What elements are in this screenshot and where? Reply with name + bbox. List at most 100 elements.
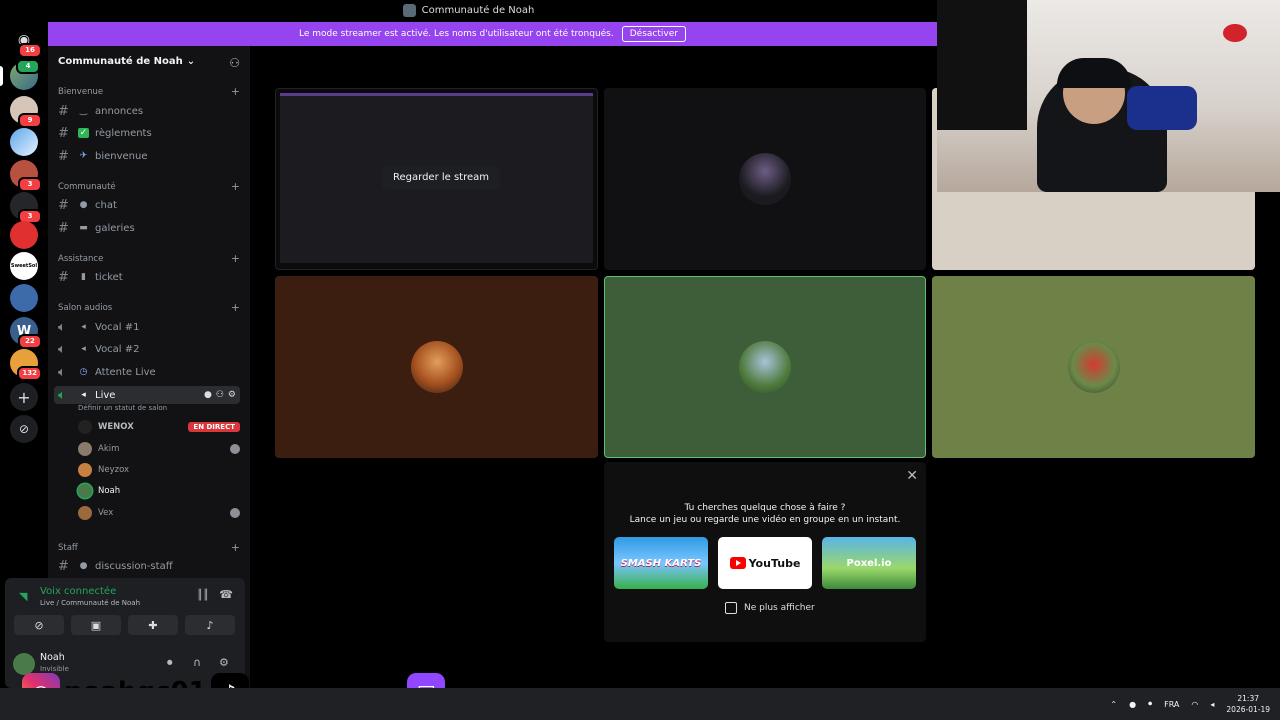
channel-status-hint[interactable]: Définir un statut de salon — [78, 404, 167, 412]
invite-icon[interactable]: ⚇ — [216, 390, 224, 400]
active-server-pill — [0, 66, 3, 86]
voice-member[interactable]: Vex — [78, 504, 240, 522]
server-icon[interactable] — [10, 284, 38, 312]
add-channel-icon[interactable]: + — [231, 542, 240, 553]
speaker-icon: 🔈︎ — [58, 319, 66, 335]
channel-ticket[interactable]: # ▮ ticket — [58, 267, 240, 287]
dont-show-again-checkbox[interactable] — [725, 602, 737, 614]
chat-icon[interactable]: ● — [204, 390, 212, 400]
add-channel-icon[interactable]: + — [231, 86, 240, 97]
voice-member[interactable]: Akim — [78, 440, 240, 458]
activity-card-poxel[interactable]: Poxel.io — [822, 537, 916, 589]
server-icon[interactable]: W 22 — [10, 317, 42, 349]
share-screen-button[interactable]: ▣ — [71, 615, 121, 635]
add-server-icon[interactable]: + — [10, 383, 38, 411]
checkbox-label[interactable]: Ne plus afficher — [744, 603, 815, 613]
volume-icon[interactable]: ◂ — [1210, 700, 1214, 709]
chevron-up-icon[interactable]: ⌃ — [1110, 700, 1117, 709]
channel-label: chat — [95, 199, 117, 211]
activities-button[interactable]: ✚ — [128, 615, 178, 635]
server-icon[interactable] — [10, 221, 38, 249]
add-channel-icon[interactable]: + — [231, 302, 240, 313]
server-icon-sweetsol[interactable]: SweetSol — [10, 252, 38, 280]
gear-icon[interactable]: ⚙ — [219, 656, 229, 669]
channel-vocal-2[interactable]: 🔈︎ ◂ Vocal #2 — [58, 339, 240, 359]
member-name: Neyzox — [98, 465, 130, 475]
channel-galeries[interactable]: # ▬ galeries — [58, 218, 240, 238]
language-indicator[interactable]: FRA — [1164, 700, 1179, 709]
xbox-icon — [230, 508, 240, 518]
voice-channel-path[interactable]: Live / Communauté de Noah — [40, 599, 140, 607]
channel-reglements[interactable]: # ✓ règlements — [58, 123, 240, 143]
category-salon-audios[interactable]: Salon audios + — [58, 302, 240, 313]
server-icon[interactable]: 132 — [10, 349, 42, 381]
speech-bubble-icon: ● — [79, 561, 88, 571]
voice-member[interactable]: Noah — [78, 482, 240, 500]
server-name: Communauté de Noah — [58, 56, 183, 67]
card-label: YouTube — [748, 556, 801, 570]
close-icon[interactable]: ✕ — [906, 468, 918, 484]
voice-member[interactable]: WENOX EN DIRECT — [78, 418, 240, 436]
server-icon-noah[interactable]: 4 — [10, 59, 40, 90]
channel-live[interactable]: 🔈︎ ◂ Live ● ⚇ ⚙ — [54, 386, 240, 404]
app-tray-icon[interactable]: ● — [1129, 700, 1136, 709]
add-channel-icon[interactable]: + — [231, 181, 240, 192]
wave-icon: ✈ — [79, 151, 88, 161]
camera-off-icon: ⊘ — [34, 618, 44, 632]
wifi-icon[interactable]: ◠ — [1191, 700, 1198, 709]
microphone-icon[interactable]: ⏺ — [167, 656, 173, 670]
channel-attente-live[interactable]: 🔈︎ ◷ Attente Live — [58, 362, 240, 382]
member-name: Akim — [98, 444, 120, 454]
participant-tile[interactable] — [932, 276, 1255, 458]
camera-off-button[interactable]: ⊘ — [14, 615, 64, 635]
category-assistance[interactable]: Assistance + — [58, 253, 240, 264]
server-icon[interactable]: 3 — [10, 160, 42, 192]
headphones-icon[interactable]: ∩ — [193, 656, 201, 669]
direct-messages-icon[interactable]: ◉ 16 — [10, 26, 42, 58]
server-icon[interactable] — [10, 128, 38, 156]
activity-card-smash-karts[interactable]: SMASH KARTS — [614, 537, 708, 589]
stream-tile[interactable]: Regarder le stream — [275, 88, 598, 270]
category-communaute[interactable]: Communauté + — [58, 181, 240, 192]
channel-discussion-staff[interactable]: # ● discussion-staff — [58, 556, 240, 576]
add-channel-icon[interactable]: + — [231, 253, 240, 264]
participant-tile-speaking[interactable] — [604, 276, 926, 458]
live-badge: EN DIRECT — [188, 422, 240, 432]
channel-chat[interactable]: # ● chat — [58, 195, 240, 215]
server-label: SweetSol — [10, 263, 38, 269]
checkmark-icon: ✓ — [78, 128, 89, 138]
channel-label: discussion-staff — [95, 560, 173, 572]
clock[interactable]: 21:37 2026-01-19 — [1226, 693, 1270, 715]
channel-label: annonces — [95, 105, 144, 117]
channel-label: galeries — [95, 222, 135, 234]
channel-vocal-1[interactable]: 🔈︎ ◂ Vocal #1 — [58, 317, 240, 337]
category-bienvenue[interactable]: Bienvenue + — [58, 86, 240, 97]
invite-people-icon[interactable]: ⚇ — [229, 56, 240, 70]
taskbar: ⌃ ● ⏺ FRA ◠ ◂ 21:37 2026-01-19 — [0, 688, 1280, 720]
microphone-icon[interactable]: ⏺ — [1148, 699, 1152, 709]
channel-label: Vocal #2 — [95, 343, 140, 355]
participant-tile[interactable] — [604, 88, 926, 270]
watch-stream-button[interactable]: Regarder le stream — [382, 166, 501, 189]
soundboard-button[interactable]: ♪ — [185, 615, 235, 635]
signal-icon[interactable]: ◥ — [19, 590, 27, 603]
participant-tile[interactable] — [275, 276, 598, 458]
channel-bienvenue[interactable]: # ✈ bienvenue — [58, 146, 240, 166]
server-icon[interactable]: 3 — [10, 192, 42, 224]
avatar — [78, 442, 92, 456]
gear-icon[interactable]: ⚙ — [228, 390, 236, 400]
explore-servers-icon[interactable]: ⊘ — [10, 415, 38, 443]
channel-annonces[interactable]: # ‿ annonces — [58, 101, 240, 121]
megaphone-icon: ‿ — [79, 106, 88, 116]
voice-member[interactable]: Neyzox — [78, 461, 240, 479]
disconnect-icon[interactable]: ☎ — [219, 588, 233, 601]
category-label: Communauté — [58, 182, 116, 192]
disable-streamer-button[interactable]: Désactiver — [621, 26, 686, 42]
voice-status[interactable]: Voix connectée — [40, 586, 116, 597]
user-name[interactable]: Noah — [40, 652, 65, 663]
server-name-header[interactable]: Communauté de Noah ⌄ — [58, 56, 195, 67]
noise-suppression-icon[interactable]: ║║ — [197, 590, 209, 601]
activity-card-youtube[interactable]: YouTube — [718, 537, 812, 589]
server-icon[interactable]: 9 — [10, 96, 42, 128]
category-staff[interactable]: Staff + — [58, 542, 240, 553]
